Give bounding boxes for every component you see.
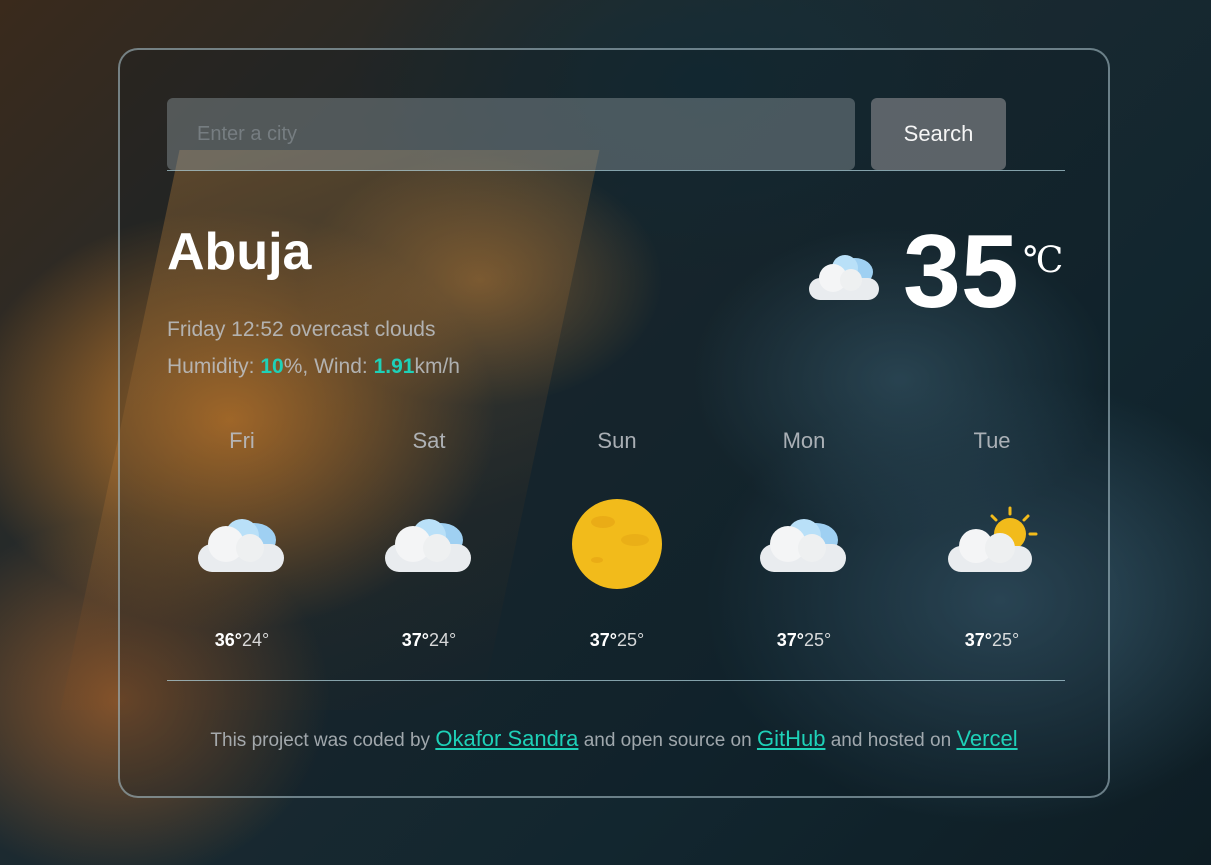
forecast-day: Sun 37°25° <box>542 428 692 651</box>
forecast-day: Fri 36°24° <box>167 428 317 651</box>
forecast-day-name: Fri <box>229 428 255 453</box>
github-link[interactable]: GitHub <box>757 726 825 751</box>
forecast-day-name: Sat <box>412 428 446 453</box>
bottom-divider <box>167 680 1065 681</box>
forecast-max: 37° <box>964 630 992 650</box>
forecast-min: 25° <box>617 630 645 650</box>
forecast-temps: 37°25° <box>917 630 1067 651</box>
wind-label: , Wind: <box>302 355 374 378</box>
weather-card: Search Abuja Friday 12:52 overcast cloud… <box>118 48 1110 798</box>
cloud-icon <box>809 255 879 300</box>
wind-unit: km/h <box>414 355 460 378</box>
footer-text: and hosted on <box>825 730 957 751</box>
footer: This project was coded by Okafor Sandra … <box>120 726 1108 752</box>
forecast-min: 24° <box>242 630 270 650</box>
vercel-link[interactable]: Vercel <box>956 726 1017 751</box>
footer-text: This project was coded by <box>210 730 436 751</box>
partly-cloudy-icon <box>948 506 1038 572</box>
forecast-min: 24° <box>429 630 457 650</box>
forecast-day-name: Tue <box>973 428 1011 453</box>
forecast-max: 36° <box>214 630 242 650</box>
forecast-max: 37° <box>401 630 429 650</box>
footer-text: and open source on <box>578 730 757 751</box>
condition-text: overcast clouds <box>289 318 436 341</box>
date-and-condition: Friday 12:52 overcast clouds <box>167 318 435 342</box>
sun-icon <box>572 499 662 589</box>
forecast-day: Mon 37°25° <box>729 428 879 651</box>
humidity-value: 10 <box>260 355 284 378</box>
forecast-temps: 36°24° <box>167 630 317 651</box>
forecast-max: 37° <box>776 630 804 650</box>
current-temperature: 35 <box>903 214 1019 330</box>
forecast-temps: 37°25° <box>542 630 692 651</box>
search-button[interactable]: Search <box>871 98 1006 170</box>
cloud-icon <box>760 519 846 572</box>
forecast-temps: 37°25° <box>729 630 879 651</box>
temperature-unit: ℃ <box>1023 240 1064 281</box>
author-link[interactable]: Okafor Sandra <box>435 726 578 751</box>
city-search-input[interactable] <box>167 98 855 170</box>
humidity-label: Humidity: <box>167 355 261 378</box>
humidity-wind: Humidity: 10%, Wind: 1.91km/h <box>167 355 460 379</box>
forecast-min: 25° <box>804 630 832 650</box>
day-time: Friday 12:52 <box>167 318 284 341</box>
forecast-temps: 37°24° <box>354 630 504 651</box>
top-divider <box>167 170 1065 171</box>
forecast-day: Sat 37°24° <box>354 428 504 651</box>
wind-value: 1.91 <box>373 355 415 378</box>
forecast-day: Tue 37°25° <box>917 428 1067 651</box>
forecast-min: 25° <box>992 630 1020 650</box>
humidity-unit: % <box>283 355 303 378</box>
forecast-day-name: Sun <box>597 428 637 453</box>
forecast-max: 37° <box>589 630 617 650</box>
cloud-icon <box>198 519 284 572</box>
forecast-day-name: Mon <box>782 428 826 453</box>
cloud-icon <box>385 519 471 572</box>
city-name: Abuja <box>167 223 312 281</box>
